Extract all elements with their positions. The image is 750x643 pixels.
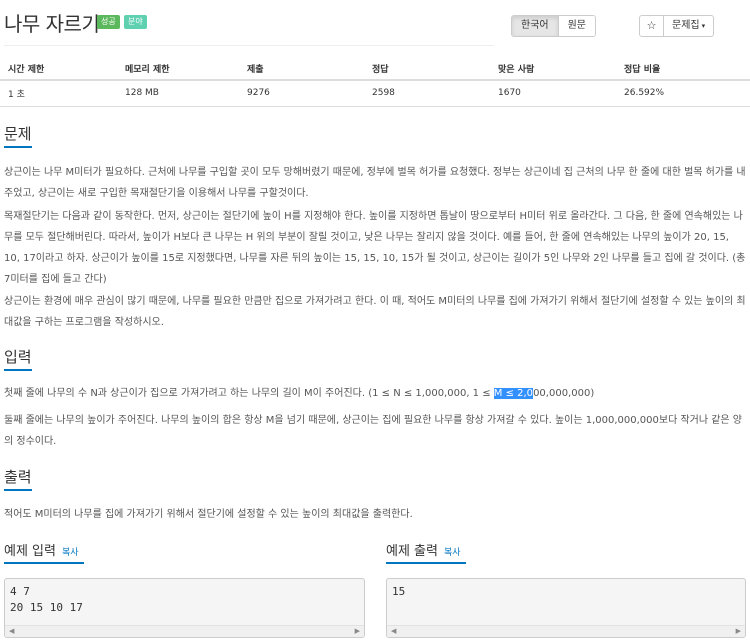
sample-output-label: 예제 출력 xyxy=(386,544,438,559)
scroll-right-icon[interactable]: ▶ xyxy=(355,627,360,635)
success-badge[interactable]: 성공 xyxy=(97,15,120,29)
collection-dropdown[interactable]: 문제집 ▾ xyxy=(664,16,713,36)
sample-input-title: 예제 입력 복사 xyxy=(4,540,79,559)
sample-input-underline xyxy=(4,562,84,564)
submissions-header: 제출 xyxy=(239,58,364,81)
copy-input-link[interactable]: 복사 xyxy=(62,548,79,558)
scroll-left-icon[interactable]: ◀ xyxy=(391,627,396,635)
collection-label: 문제집 xyxy=(672,20,700,31)
time-limit-header: 시간 제한 xyxy=(0,58,117,81)
problem-header: 나무 자르기 성공 분야 한국어 원문 ☆ 문제집 ▾ xyxy=(0,0,750,50)
input-line-2: 둘째 줄에는 나무의 높이가 주어진다. 나무의 높이의 합은 항상 M을 넘기… xyxy=(4,415,743,447)
stats-header-row: 시간 제한 메모리 제한 제출 정답 맞은 사람 정답 비율 xyxy=(0,58,750,81)
sample-output-scrollbar[interactable]: ◀ ▶ xyxy=(387,625,745,637)
output-section-title: 출력 xyxy=(4,468,32,486)
solvers-header: 맞은 사람 xyxy=(490,58,616,81)
input-section-underline xyxy=(4,369,32,371)
problem-paragraph-3: 상근이는 환경에 매우 관심이 많기 때문에, 나무를 필요한 만큼만 집으로 … xyxy=(4,296,746,328)
memory-limit-header: 메모리 제한 xyxy=(117,58,239,81)
ratio-value: 26.592% xyxy=(616,80,750,107)
problem-stats-table: 시간 제한 메모리 제한 제출 정답 맞은 사람 정답 비율 1 초 128 M… xyxy=(0,58,750,107)
page-title: 나무 자르기 xyxy=(4,12,100,36)
output-description: 적어도 M미터의 나무를 집에 가져가기 위해서 절단기에 설정할 수 있는 높… xyxy=(4,509,413,520)
korean-button[interactable]: 한국어 xyxy=(512,16,558,36)
output-section-underline xyxy=(4,489,32,491)
sample-output-box[interactable]: 15 ◀ ▶ xyxy=(386,578,746,638)
scroll-left-icon[interactable]: ◀ xyxy=(9,627,14,635)
language-toggle: 한국어 원문 xyxy=(511,15,597,37)
sample-input-content: 4 7 20 15 10 17 xyxy=(10,585,83,614)
title-area: 나무 자르기 성공 분야 xyxy=(4,8,494,46)
accepted-header: 정답 xyxy=(364,58,490,81)
problem-paragraph-1: 상근이는 나무 M미터가 필요하다. 근처에 나무를 구입할 곳이 모두 망해버… xyxy=(4,167,746,199)
copy-output-link[interactable]: 복사 xyxy=(444,548,461,558)
ratio-header: 정답 비율 xyxy=(616,58,750,81)
problem-paragraph-2: 목재절단기는 다음과 같이 동작한다. 먼저, 상근이는 절단기에 높이 H를 … xyxy=(4,211,746,285)
original-button[interactable]: 원문 xyxy=(557,16,596,36)
category-badge[interactable]: 분야 xyxy=(124,15,147,29)
caret-down-icon: ▾ xyxy=(701,22,706,30)
input-line-1-text: 첫째 줄에 나무의 수 N과 상근이가 집으로 가져가려고 하는 나무의 길이 … xyxy=(4,388,494,399)
input-line-1-rest: 00,000,000) xyxy=(533,388,595,399)
input-line-1: 첫째 줄에 나무의 수 N과 상근이가 집으로 가져가려고 하는 나무의 길이 … xyxy=(4,383,746,404)
stats-value-row: 1 초 128 MB 9276 2598 1670 26.592% xyxy=(0,80,750,107)
accepted-value: 2598 xyxy=(364,80,490,107)
sample-input-scrollbar[interactable]: ◀ ▶ xyxy=(5,625,364,637)
solvers-value: 1670 xyxy=(490,80,616,107)
submissions-value: 9276 xyxy=(239,80,364,107)
problem-section-underline xyxy=(4,146,32,148)
memory-limit-value: 128 MB xyxy=(117,80,239,107)
sample-input-box[interactable]: 4 7 20 15 10 17 ◀ ▶ xyxy=(4,578,365,638)
time-limit-value: 1 초 xyxy=(0,80,117,107)
sample-output-title: 예제 출력 복사 xyxy=(386,540,461,559)
sample-output-underline xyxy=(386,562,466,564)
scroll-right-icon[interactable]: ▶ xyxy=(736,627,741,635)
sample-input-label: 예제 입력 xyxy=(4,544,56,559)
star-icon[interactable]: ☆ xyxy=(640,16,664,36)
sample-output-content: 15 xyxy=(392,585,406,598)
problem-section-title: 문제 xyxy=(4,125,32,143)
selected-text: M ≤ 2,0 xyxy=(493,388,534,399)
problem-tools: ☆ 문제집 ▾ xyxy=(639,15,715,37)
input-section-title: 입력 xyxy=(4,348,32,366)
